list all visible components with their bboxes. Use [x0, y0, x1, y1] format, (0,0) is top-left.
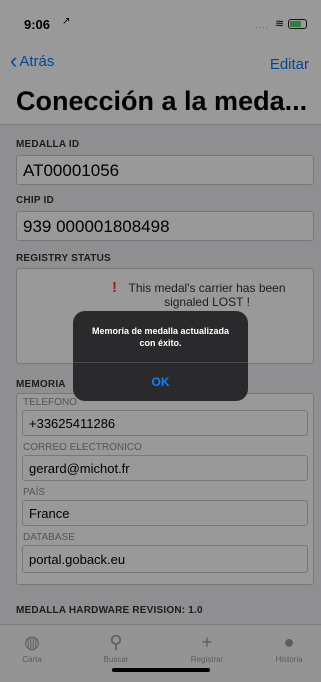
home-indicator[interactable]	[112, 668, 210, 672]
ok-button[interactable]: OK	[73, 363, 248, 401]
alert-message: Memoria de medalla actualizada con éxito…	[91, 326, 230, 348]
alert-dialog: Memoria de medalla actualizada con éxito…	[73, 311, 248, 401]
